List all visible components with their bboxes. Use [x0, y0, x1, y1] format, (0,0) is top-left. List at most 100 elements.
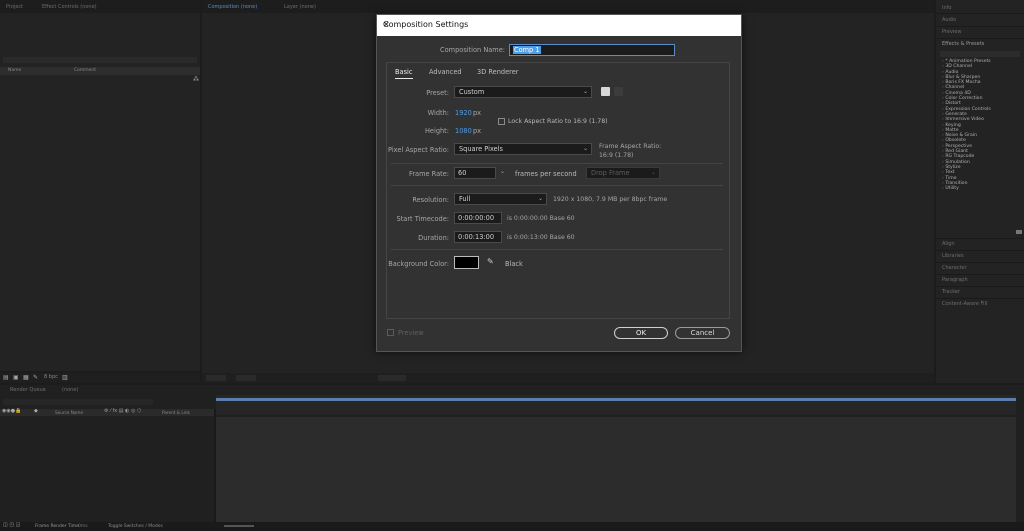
preview-label[interactable]: Preview: [398, 329, 424, 337]
tab-libraries[interactable]: Libraries: [942, 253, 964, 259]
timeline-divider[interactable]: [214, 409, 216, 522]
resolution-value: Full: [459, 195, 471, 203]
chevron-down-icon: ⌄: [582, 145, 588, 152]
lock-aspect-checkbox[interactable]: [498, 118, 505, 125]
pixel-aspect-label: Pixel Aspect Ratio:: [388, 146, 449, 154]
start-timecode-input[interactable]: 0:00:00:00: [454, 212, 502, 224]
background-color-name: Black: [505, 260, 523, 268]
project-tabbar: [0, 0, 200, 13]
work-area-bar[interactable]: [216, 398, 1016, 401]
tab-info[interactable]: Info: [942, 5, 951, 11]
cancel-button[interactable]: Cancel: [675, 327, 730, 339]
effects-list: * Animation Presets 3D Channel Audio Blu…: [942, 59, 1022, 191]
frame-rate-chevron-icon[interactable]: ⌄: [500, 168, 505, 175]
width-label: Width:: [427, 109, 449, 117]
tab-basic-underline: [395, 78, 413, 79]
project-toolbar: ▤ ▣ ▦ ✎ 8 bpc ▥: [0, 373, 200, 383]
new-comp-icon[interactable]: ▦: [23, 374, 29, 381]
tab-advanced[interactable]: Advanced: [429, 68, 462, 76]
resolution-dropdown[interactable]: Full ⌄: [454, 193, 547, 205]
settings-icon[interactable]: ✎: [33, 374, 38, 381]
frame-rate-input[interactable]: 60: [454, 167, 496, 179]
tab-composition[interactable]: Composition (none): [208, 4, 257, 10]
drop-frame-dropdown: Drop Frame ⌄: [586, 167, 660, 179]
divider: [391, 163, 723, 164]
tab-align[interactable]: Align: [942, 241, 955, 247]
start-timecode-info: is 0:00:00:00 Base 60: [507, 215, 575, 222]
column-parent-link[interactable]: Parent & Link: [162, 410, 190, 415]
timeline-panel: Render Queue (none) ◉◉●🔒 ◆ Source Name ⚙…: [0, 385, 1024, 531]
zoom-dropdown[interactable]: [206, 375, 226, 381]
tab-timeline-none[interactable]: (none): [62, 387, 78, 393]
toggle-switches-modes[interactable]: Toggle Switches / Modes: [108, 524, 163, 529]
av-switches-icon[interactable]: ◉◉●🔒: [2, 408, 21, 414]
resolution-label: Resolution:: [412, 196, 449, 204]
column-source-name[interactable]: Source Name: [55, 410, 83, 415]
preview-checkbox[interactable]: [387, 329, 394, 336]
close-icon[interactable]: ✕: [383, 20, 735, 29]
delete-preset-icon[interactable]: [614, 87, 623, 96]
project-panel: Project Effect Controls (none) Name Comm…: [0, 0, 200, 383]
fps-label: frames per second: [515, 170, 577, 178]
tab-tracker[interactable]: Tracker: [942, 289, 960, 295]
zoom-slider[interactable]: [224, 525, 254, 527]
frame-aspect-label: Frame Aspect Ratio:: [599, 143, 662, 150]
tab-audio[interactable]: Audio: [942, 17, 956, 23]
tab-content-aware-fill[interactable]: Content-Aware Fill: [942, 301, 987, 307]
tab-preview[interactable]: Preview: [942, 29, 961, 35]
frame-render-time-label: Frame Render Time: [35, 524, 79, 529]
background-color-swatch[interactable]: [454, 256, 479, 269]
eyedropper-icon[interactable]: ✎: [487, 257, 494, 266]
chevron-down-icon: ⌄: [650, 169, 656, 176]
height-unit: px: [473, 127, 482, 135]
comp-name-input[interactable]: Comp 1: [509, 44, 675, 56]
tab-character[interactable]: Character: [942, 265, 967, 271]
tab-paragraph[interactable]: Paragraph: [942, 277, 968, 283]
settings-group-box: [386, 62, 730, 319]
label-icon[interactable]: ◆: [34, 408, 38, 414]
tab-basic[interactable]: Basic: [395, 68, 412, 76]
column-name[interactable]: Name: [8, 68, 21, 73]
frame-rate-label: Frame Rate:: [409, 170, 449, 178]
project-search-input[interactable]: [3, 57, 197, 63]
width-value[interactable]: 1920: [455, 109, 472, 117]
height-label: Height:: [424, 127, 449, 135]
frame-rate-value: 60: [458, 169, 467, 177]
tab-project[interactable]: Project: [6, 4, 23, 10]
project-flowchart-icon[interactable]: ⁂: [193, 76, 199, 83]
effects-scrollbar[interactable]: [1016, 230, 1022, 234]
resolution-dropdown[interactable]: [236, 375, 256, 381]
column-comment[interactable]: Comment: [74, 68, 96, 73]
bit-depth-label[interactable]: 8 bpc: [44, 374, 58, 380]
tab-effect-controls[interactable]: Effect Controls (none): [42, 4, 97, 10]
preset-value: Custom: [459, 88, 485, 96]
tab-render-queue[interactable]: Render Queue: [10, 387, 46, 393]
tab-3d-renderer[interactable]: 3D Renderer: [477, 68, 518, 76]
delete-icon[interactable]: ▥: [62, 374, 68, 381]
width-unit: px: [473, 109, 482, 117]
tab-effects-presets[interactable]: Effects & Presets: [942, 41, 984, 47]
height-value[interactable]: 1080: [455, 127, 472, 135]
timecode-display[interactable]: [378, 375, 406, 381]
divider: [391, 249, 723, 250]
effects-search-input[interactable]: [940, 51, 1020, 57]
start-timecode-label: Start Timecode:: [396, 215, 449, 223]
duration-input[interactable]: 0:00:13:00: [454, 231, 502, 243]
divider: [391, 185, 723, 186]
timeline-footer: ◫ ◳ ◲ Frame Render Time 0ms Toggle Switc…: [0, 522, 1024, 531]
save-preset-icon[interactable]: [601, 87, 610, 96]
tab-layer[interactable]: Layer (none): [284, 4, 316, 10]
comp-name-label: Composition Name:: [440, 46, 505, 54]
new-folder-icon[interactable]: ▣: [13, 374, 19, 381]
preset-dropdown[interactable]: Custom ⌄: [454, 86, 592, 98]
pixel-aspect-dropdown[interactable]: Square Pixels ⌄: [454, 143, 592, 155]
effect-category[interactable]: Utility: [942, 186, 1022, 191]
ok-button[interactable]: OK: [614, 327, 668, 339]
lock-aspect-label[interactable]: Lock Aspect Ratio to 16:9 (1.78): [508, 118, 608, 125]
footer-icons[interactable]: ◫ ◳ ◲: [3, 522, 20, 528]
interpret-footage-icon[interactable]: ▤: [3, 374, 9, 381]
timeline-search-input[interactable]: [3, 399, 153, 405]
layer-switches-icons[interactable]: ⚙ ⁄ fx ▤ ◐ ◎ ⬡: [104, 408, 141, 414]
frame-aspect-value: 16:9 (1.78): [599, 152, 634, 159]
dialog-titlebar: Composition Settings ✕: [377, 15, 741, 36]
